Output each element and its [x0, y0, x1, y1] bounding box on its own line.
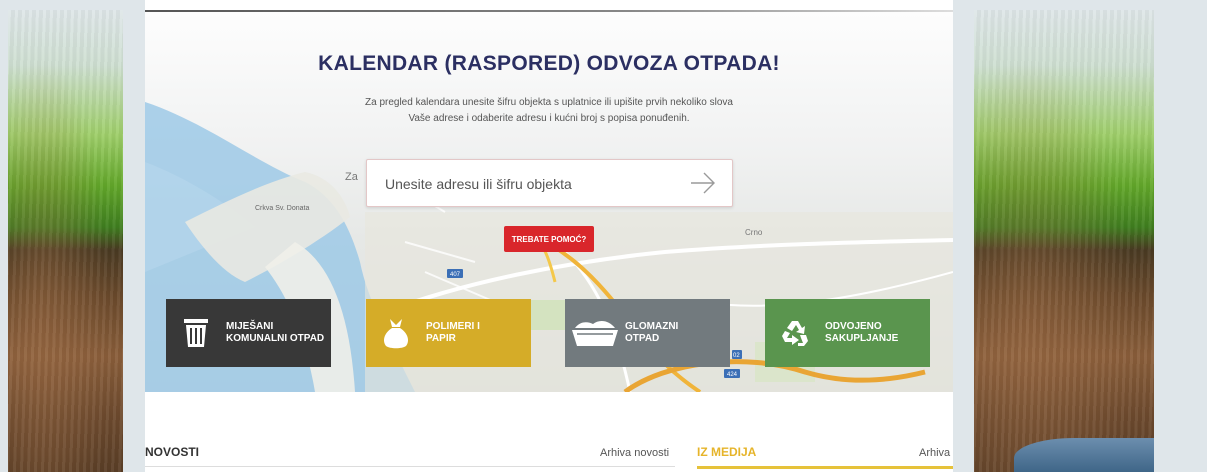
media-divider — [697, 466, 953, 469]
arrow-right-icon[interactable] — [690, 172, 716, 194]
category-polymers-paper-line1: POLIMERI I — [426, 321, 480, 332]
category-polymers-paper[interactable]: POLIMERI I PAPIR — [366, 299, 531, 367]
category-mixed-waste-line2: KOMUNALNI OTPAD — [226, 333, 325, 344]
hero-description-line-1: Za pregled kalendara unesite šifru objek… — [365, 97, 733, 108]
road-sign-02: 02 — [733, 353, 740, 359]
category-separate-collection-line2: SAKUPLJANJE — [825, 333, 899, 344]
news-archive-link[interactable]: Arhiva novosti — [600, 447, 669, 459]
bulky-waste-container-icon — [565, 318, 625, 348]
main-content: Crkva Sv. Donata Za Crno 407 424 02 KALE… — [145, 0, 953, 472]
map-label-city: Za — [345, 171, 359, 183]
trash-bin-icon — [166, 318, 226, 348]
garbage-bag-icon — [366, 317, 426, 349]
hero-section: Crkva Sv. Donata Za Crno 407 424 02 KALE… — [145, 12, 953, 392]
category-polymers-paper-line2: PAPIR — [426, 333, 456, 344]
address-search-box — [366, 159, 733, 208]
map-label-church: Crkva Sv. Donata — [255, 205, 309, 212]
recycle-icon — [765, 319, 825, 347]
help-button[interactable]: TREBATE POMOĆ? — [504, 226, 594, 252]
category-mixed-waste-line1: MIJEŠANI — [226, 321, 274, 332]
map-label-place: Crno — [745, 228, 763, 237]
road-sign-407: 407 — [450, 272, 461, 278]
news-divider — [145, 466, 675, 467]
address-search-input[interactable] — [383, 160, 677, 208]
right-soil-background — [974, 10, 1154, 472]
category-mixed-waste[interactable]: MIJEŠANI KOMUNALNI OTPAD — [166, 299, 331, 367]
news-heading: NOVOSTI — [145, 445, 200, 459]
category-bulky-waste-line2: OTPAD — [625, 333, 660, 344]
media-heading: IZ MEDIJA — [697, 445, 757, 459]
page-title: KALENDAR (RASPORED) ODVOZA OTPADA! — [318, 52, 780, 75]
category-separate-collection[interactable]: ODVOJENO SAKUPLJANJE — [765, 299, 930, 367]
left-soil-background — [8, 10, 123, 472]
hero-description-line-2: Vaše adrese i odaberite adresu i kućni b… — [408, 113, 690, 124]
media-archive-link[interactable]: Arhiva — [919, 447, 950, 459]
category-bulky-waste[interactable]: GLOMAZNI OTPAD — [565, 299, 730, 367]
category-separate-collection-line1: ODVOJENO — [825, 321, 882, 332]
hero-description: Za pregled kalendara unesite šifru objek… — [145, 95, 953, 127]
road-sign-424: 424 — [727, 372, 738, 378]
category-bulky-waste-line1: GLOMAZNI — [625, 321, 679, 332]
